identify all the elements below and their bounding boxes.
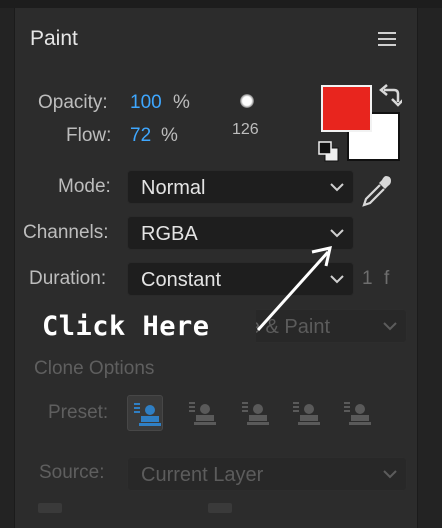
mode-dropdown[interactable]: Normal <box>127 170 354 204</box>
swap-colors-icon[interactable] <box>378 84 402 108</box>
brush-size: 126 <box>232 121 259 138</box>
default-colors-icon[interactable] <box>318 141 340 163</box>
mode-label: Mode: <box>58 176 111 197</box>
opacity-unit: % <box>173 92 190 113</box>
source-value: Current Layer <box>141 464 264 486</box>
lock-source-time-checkbox[interactable] <box>208 503 232 513</box>
annotation-arrow-icon <box>256 246 332 332</box>
panel-title: Paint <box>30 27 78 50</box>
clone-options-title: Clone Options <box>34 358 155 379</box>
flow-unit: % <box>161 125 178 146</box>
preset-button-2[interactable] <box>183 395 219 431</box>
brush-tip-preview[interactable] <box>240 94 254 108</box>
annotation-text: Click Here <box>42 311 210 342</box>
preset-label: Preset: <box>48 402 109 423</box>
opacity-label: Opacity: <box>38 92 108 113</box>
mode-value: Normal <box>141 177 206 199</box>
duration-value: Constant <box>141 269 222 291</box>
aligned-checkbox[interactable] <box>38 503 62 513</box>
preset-button-4[interactable] <box>287 395 323 431</box>
preset-button-1[interactable] <box>127 395 163 431</box>
top-bar <box>0 0 442 8</box>
foreground-color-swatch[interactable] <box>321 85 372 132</box>
opacity-value[interactable]: 100 <box>130 92 162 114</box>
chevron-down-icon <box>330 183 344 192</box>
flow-label: Flow: <box>66 125 112 146</box>
preset-button-5[interactable] <box>338 395 374 431</box>
chevron-down-icon <box>383 470 397 479</box>
clone-stamp-icon <box>189 402 216 425</box>
panel-menu-icon[interactable] <box>378 32 396 46</box>
eyedropper-icon[interactable] <box>360 173 394 209</box>
flow-value[interactable]: 72 <box>130 125 151 147</box>
preset-button-3[interactable] <box>236 395 272 431</box>
duration-frames-unit: f <box>384 268 390 289</box>
chevron-down-icon <box>383 322 397 331</box>
source-label: Source: <box>39 462 105 483</box>
clone-stamp-icon <box>344 402 371 425</box>
duration-label: Duration: <box>29 268 107 289</box>
clone-stamp-icon <box>293 402 320 425</box>
clone-stamp-icon <box>242 402 269 425</box>
clone-stamp-icon <box>134 403 161 426</box>
source-dropdown: Current Layer <box>127 457 407 491</box>
duration-frames[interactable]: 1 <box>362 268 373 290</box>
channels-label: Channels: <box>23 222 109 243</box>
channels-value: RGBA <box>141 223 198 245</box>
